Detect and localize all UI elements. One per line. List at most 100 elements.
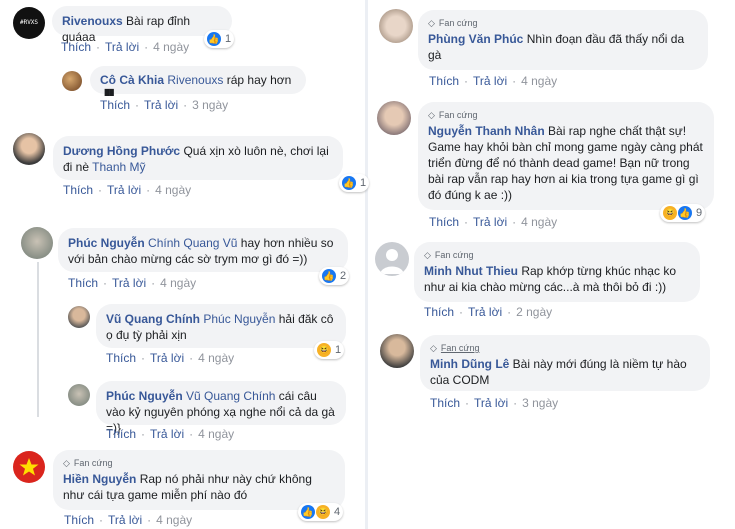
like-link[interactable]: Thích (100, 98, 130, 112)
avatar[interactable]: #RVXS (13, 7, 45, 39)
mention-link[interactable]: Thanh Mỹ (92, 160, 145, 174)
like-link[interactable]: Thích (429, 215, 459, 229)
comment-actions: Thích · Trả lời · 4 ngày (106, 351, 235, 365)
avatar[interactable] (377, 101, 411, 135)
comment-bubble: ◇ Fan cứng Minh Nhut Thieu Rap khớp từng … (414, 242, 700, 302)
comment-author[interactable]: Dương Hồng Phước (63, 144, 180, 158)
reply-link[interactable]: Trả lời (473, 74, 507, 88)
comment-time[interactable]: 4 ngày (521, 215, 557, 229)
fan-badge: ◇ Fan cứng (428, 110, 478, 120)
like-icon: 👍 (322, 269, 336, 283)
avatar[interactable] (68, 306, 90, 328)
comment-author[interactable]: Hiền Nguyễn (63, 472, 136, 486)
comment-author[interactable]: Phúc Nguyễn (106, 389, 183, 403)
like-link[interactable]: Thích (429, 74, 459, 88)
comment-actions: Thích · Trả lời · 4 ngày (64, 513, 193, 527)
avatar[interactable] (375, 242, 409, 276)
mention-link[interactable]: Rivenouxs (167, 73, 223, 87)
reply-link[interactable]: Trả lời (473, 215, 507, 229)
comment-time[interactable]: 2 ngày (516, 305, 552, 319)
comment-author[interactable]: Phúc Nguyễn (68, 236, 145, 250)
mention-link[interactable]: Chính Quang Vũ (148, 236, 237, 250)
reaction-count[interactable]: 😆 👍 9 (660, 204, 706, 222)
reaction-count[interactable]: 👍 1 (339, 174, 370, 192)
comment-time[interactable]: 4 ngày (521, 74, 557, 88)
avatar[interactable] (13, 133, 45, 165)
reply-link[interactable]: Trả lời (150, 351, 184, 365)
comment-author[interactable]: Rivenouxs (62, 14, 123, 28)
comment-bubble: Rivenouxs Bài rap đỉnh quáaa (52, 6, 232, 44)
like-icon: 👍 (301, 505, 315, 519)
comment-bubble: Phúc Nguyễn Chính Quang Vũ hay hơn nhiều… (58, 228, 348, 272)
reaction-count[interactable]: 👍 1 (204, 30, 235, 48)
avatar[interactable] (21, 227, 53, 259)
avatar[interactable] (380, 334, 414, 368)
like-icon: 👍 (207, 32, 221, 46)
comment-time[interactable]: 3 ngày (522, 396, 558, 410)
reply-link[interactable]: Trả lời (108, 513, 142, 527)
fan-badge: ◇ Fan cứng (428, 18, 478, 28)
comment-time[interactable]: 4 ngày (155, 183, 191, 197)
comment-time[interactable]: 4 ngày (160, 276, 196, 290)
comment-time[interactable]: 4 ngày (198, 427, 234, 441)
reply-link[interactable]: Trả lời (474, 396, 508, 410)
comment-actions: Thích · Trả lời · 3 ngày (430, 396, 559, 410)
comment-time[interactable]: 4 ngày (198, 351, 234, 365)
comment-bubble: Cô Cà Khia Rivenouxs ráp hay hơn ▝▘ (90, 66, 306, 103)
avatar[interactable] (379, 9, 413, 43)
comment-bubble: ◇ Fan cứng Phùng Văn Phúc Nhìn đoạn đầu đ… (418, 10, 708, 70)
like-link[interactable]: Thích (63, 183, 93, 197)
like-icon: 👍 (342, 176, 356, 190)
like-link[interactable]: Thích (61, 40, 91, 54)
comment-actions: Thích · Trả lời · 4 ngày (429, 74, 558, 88)
comment-author[interactable]: Vũ Quang Chính (106, 312, 200, 326)
avatar-logo-text: #RVXS (19, 19, 39, 26)
like-link[interactable]: Thích (106, 427, 136, 441)
haha-icon: 😆 (316, 505, 330, 519)
reply-link[interactable]: Trả lời (150, 427, 184, 441)
haha-icon: 😆 (663, 206, 677, 220)
like-link[interactable]: Thích (64, 513, 94, 527)
comment-bubble: ◇ Fan cứng Minh Dũng Lê Bài này mới đúng … (420, 335, 710, 391)
comment-actions: Thích · Trả lời · 4 ngày (61, 40, 190, 54)
comment-bubble: ◇ Fan cứng Hiền Nguyễn Rap nó phải như nà… (53, 450, 345, 510)
comment-author[interactable]: Minh Dũng Lê (430, 357, 509, 371)
comment-actions: Thích · Trả lời · 4 ngày (63, 183, 192, 197)
reply-link[interactable]: Trả lời (107, 183, 141, 197)
reaction-count[interactable]: 👍 2 (319, 267, 350, 285)
reply-link[interactable]: Trả lời (468, 305, 502, 319)
reply-link[interactable]: Trả lời (105, 40, 139, 54)
avatar[interactable] (68, 384, 90, 406)
comment-actions: Thích · Trả lời · 3 ngày (100, 98, 229, 112)
diamond-icon: ◇ (430, 343, 437, 353)
diamond-icon: ◇ (428, 110, 435, 120)
diamond-icon: ◇ (428, 18, 435, 28)
like-link[interactable]: Thích (430, 396, 460, 410)
comment-bubble: Dương Hồng Phước Quá xịn xò luôn nè, chơ… (53, 136, 343, 180)
mention-link[interactable]: Vũ Quang Chính (186, 389, 275, 403)
reply-link[interactable]: Trả lời (112, 276, 146, 290)
like-link[interactable]: Thích (106, 351, 136, 365)
avatar[interactable] (62, 71, 82, 91)
comment-actions: Thích · Trả lời · 4 ngày (429, 215, 558, 229)
like-icon: 👍 (678, 206, 692, 220)
comment-time[interactable]: 4 ngày (156, 513, 192, 527)
like-link[interactable]: Thích (424, 305, 454, 319)
mention-link[interactable]: Phúc Nguyễn (203, 312, 275, 326)
comment-author[interactable]: Nguyễn Thanh Nhân (428, 124, 545, 138)
fan-badge: ◇ Fan cứng (430, 343, 480, 353)
comment-bubble: ◇ Fan cứng Nguyễn Thanh Nhân Bài rap nghe… (418, 102, 714, 210)
reaction-count[interactable]: 😆 1 (314, 341, 345, 359)
default-user-icon (380, 249, 404, 274)
comment-author[interactable]: Minh Nhut Thieu (424, 264, 518, 278)
diamond-icon: ◇ (424, 250, 431, 260)
reply-link[interactable]: Trả lời (144, 98, 178, 112)
comment-time[interactable]: 3 ngày (192, 98, 228, 112)
avatar[interactable] (13, 451, 45, 483)
comment-author[interactable]: Cô Cà Khia (100, 73, 164, 87)
reaction-count[interactable]: 👍 😆 4 (298, 503, 344, 521)
comment-time[interactable]: 4 ngày (153, 40, 189, 54)
comment-bubble: Vũ Quang Chính Phúc Nguyễn hải đăk cô ọ … (96, 304, 346, 348)
like-link[interactable]: Thích (68, 276, 98, 290)
comment-author[interactable]: Phùng Văn Phúc (428, 32, 523, 46)
